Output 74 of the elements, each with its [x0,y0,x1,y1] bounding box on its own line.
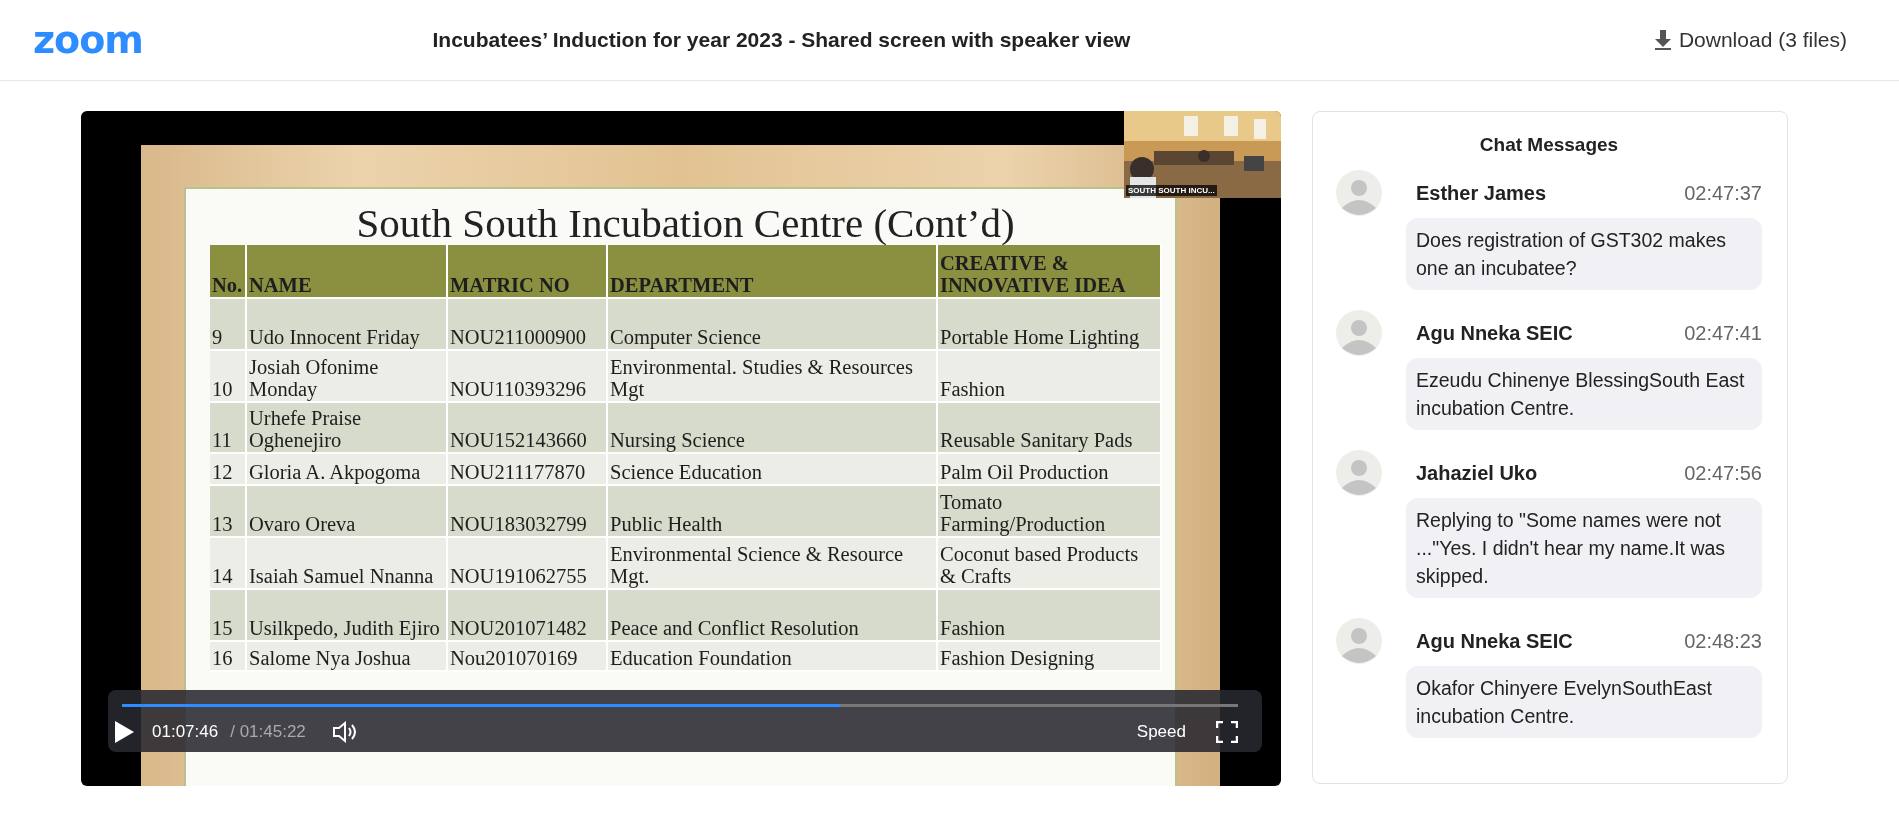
table-cell: Palm Oil Production [938,454,1162,486]
message-bubble: Does registration of GST302 makes one an incubatee? [1406,218,1762,290]
avatar-icon [1336,310,1382,356]
table-cell: Fashion Designing [938,642,1162,672]
message-bubble: Replying to "Some names were not ..."Yes. I didn't hear my name.It was skipped. [1406,498,1762,598]
table-cell: NOU191062755 [448,538,608,590]
table-cell: Fashion [938,351,1162,403]
column-header: No. [210,245,247,299]
table-cell: NOU211177870 [448,454,608,486]
table-cell: 11 [210,403,247,454]
sender-name: Jahaziel Uko [1416,461,1538,485]
avatar-icon [1336,618,1382,664]
table-cell: 14 [210,538,247,590]
sender-name: Esther James [1416,181,1547,205]
table-cell: 12 [210,454,247,486]
table-cell: Usilkpedo, Judith Ejiro [247,590,448,642]
message-time: 02:47:41 [1684,321,1762,345]
volume-button[interactable] [331,721,358,743]
table-cell: Udo Innocent Friday [247,299,448,351]
speed-button[interactable]: Speed [1130,721,1192,743]
table-cell: Coconut based Products & Crafts [938,538,1162,590]
table-cell: Science Education [608,454,938,486]
table-cell: Isaiah Samuel Nnanna [247,538,448,590]
current-time: 01:07:46 [152,722,219,742]
table-cell: Reusable Sanitary Pads [938,403,1162,454]
table-cell: NOU152143660 [448,403,608,454]
video-player[interactable] [81,111,1281,786]
recording-title: Incubatees’ Induction for year 2023 - Shared screen with speaker view [431,28,1132,52]
table-cell: Ovaro Oreva [247,486,448,538]
sender-name: Agu Nneka SEIC [1416,629,1573,653]
table-cell: NOU201071482 [448,590,608,642]
table-cell: Tomato Farming/Production [938,486,1162,538]
table-cell: Environmental Science & Resource Mgt. [608,538,938,590]
download-icon [1654,30,1671,50]
slide-title: South South Incubation Centre (Cont’d) [356,203,1015,243]
table-cell: Environmental. Studies & Resources Mgt [608,351,938,403]
table-cell: NOU183032799 [448,486,608,538]
avatar-icon [1336,450,1382,496]
table-cell: 10 [210,351,247,403]
avatar-icon [1336,170,1382,216]
message-bubble: Ezeudu Chinenye BlessingSouth East incubation Centre. [1406,358,1762,430]
table-cell: 9 [210,299,247,351]
table-cell: Josiah Ofonime Monday [247,351,448,403]
table-cell: Fashion [938,590,1162,642]
table-cell: Peace and Conflict Resolution [608,590,938,642]
table-cell: 16 [210,642,247,672]
table-cell: Computer Science [608,299,938,351]
column-header: CREATIVE & INNOVATIVE IDEA [938,245,1162,299]
fullscreen-icon[interactable] [1216,721,1238,743]
table-cell: Nou201070169 [448,642,608,672]
message-time: 02:47:37 [1684,181,1762,205]
table-cell: Portable Home Lighting [938,299,1162,351]
message-bubble: Okafor Chinyere EvelynSouthEast incubation Centre. [1406,666,1762,738]
chat-title: Chat Messages [1478,134,1620,156]
table-cell: 13 [210,486,247,538]
table-cell: Urhefe Praise Oghenejiro [247,403,448,454]
table-cell: Salome Nya Joshua [247,642,448,672]
table-cell: Nursing Science [608,403,938,454]
table-cell: Public Health [608,486,938,538]
table-cell: NOU110393296 [448,351,608,403]
table-cell: 15 [210,590,247,642]
total-time: / 01:45:22 [230,722,306,742]
column-header: DEPARTMENT [608,245,938,299]
speaker-name: SOUTH SOUTH INCU... [1126,185,1217,196]
message-time: 02:47:56 [1684,461,1762,485]
table-cell: NOU211000900 [448,299,608,351]
column-header: MATRIC NO [448,245,608,299]
table-cell: Education Foundation [608,642,938,672]
table-cell: Gloria A. Akpogoma [247,454,448,486]
sender-name: Agu Nneka SEIC [1416,321,1573,345]
play-button[interactable] [114,721,134,743]
download-link[interactable]: Download (3 files) [1654,28,1847,52]
column-header: NAME [247,245,448,299]
message-time: 02:48:23 [1684,629,1762,653]
